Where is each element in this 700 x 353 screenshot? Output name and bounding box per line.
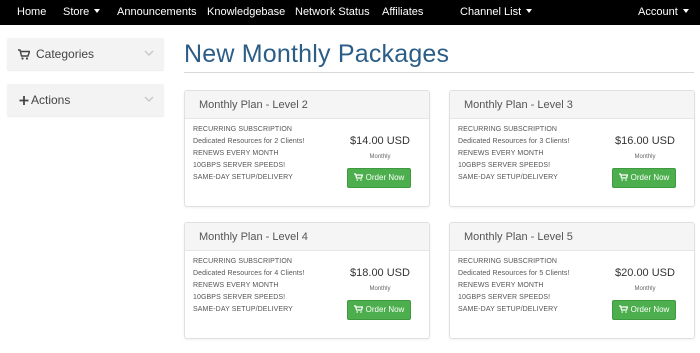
cart-icon (353, 173, 363, 181)
package-feature: RENEWS EVERY MONTH (193, 150, 279, 157)
cart-icon (353, 305, 363, 313)
sidebar-categories-panel[interactable]: Categories (7, 38, 164, 70)
nav-announcements[interactable]: Announcements (117, 0, 197, 25)
order-now-button[interactable]: Order Now (612, 168, 676, 188)
package-feature: RENEWS EVERY MONTH (458, 282, 544, 289)
package-card-header: Monthly Plan - Level 4 (185, 223, 429, 251)
sidebar-actions-panel[interactable]: Actions (7, 84, 164, 116)
package-card-header: Monthly Plan - Level 5 (450, 223, 694, 251)
package-feature: 10GBPS SERVER SPEEDS! (193, 162, 286, 169)
package-feature: RENEWS EVERY MONTH (458, 150, 544, 157)
package-feature: Dedicated Resources for 5 Clients! (458, 270, 570, 277)
package-price: $16.00 USD (615, 135, 675, 147)
order-now-button[interactable]: Order Now (347, 300, 411, 320)
nav-store[interactable]: Store (63, 0, 101, 25)
package-title: Monthly Plan - Level 2 (199, 99, 308, 111)
package-feature: SAME-DAY SETUP/DELIVERY (458, 306, 558, 313)
package-feature: RENEWS EVERY MONTH (193, 282, 279, 289)
caret-down-icon (94, 9, 101, 14)
package-feature: SAME-DAY SETUP/DELIVERY (458, 174, 558, 181)
package-billing-cycle: Monthly (369, 154, 391, 160)
package-feature: RECURRING SUBSCRIPTION (458, 258, 558, 265)
nav-channel-list-label: Channel List (460, 6, 522, 18)
package-feature: SAME-DAY SETUP/DELIVERY (193, 306, 293, 313)
package-card: Monthly Plan - Level 3 RECURRING SUBSCRI… (449, 90, 695, 207)
package-billing-cycle: Monthly (634, 286, 656, 292)
package-feature: RECURRING SUBSCRIPTION (193, 126, 293, 133)
nav-home[interactable]: Home (17, 0, 46, 25)
nav-account[interactable]: Account (638, 0, 689, 25)
chevron-down-icon (144, 50, 154, 56)
nav-affiliates[interactable]: Affiliates (382, 0, 423, 25)
package-billing-cycle: Monthly (369, 286, 391, 292)
package-feature: Dedicated Resources for 4 Clients! (193, 270, 305, 277)
title-divider (184, 72, 694, 73)
order-now-label: Order Now (630, 305, 670, 314)
sidebar-categories-label: Categories (36, 47, 95, 61)
package-billing-cycle: Monthly (634, 154, 656, 160)
cart-icon (618, 173, 628, 181)
package-title: Monthly Plan - Level 4 (199, 231, 308, 243)
package-feature: Dedicated Resources for 2 Clients! (193, 138, 305, 145)
package-card: Monthly Plan - Level 5 RECURRING SUBSCRI… (449, 222, 695, 339)
package-card: Monthly Plan - Level 2 RECURRING SUBSCRI… (184, 90, 430, 207)
package-card: Monthly Plan - Level 4 RECURRING SUBSCRI… (184, 222, 430, 339)
package-card-header: Monthly Plan - Level 3 (450, 91, 694, 119)
order-now-button[interactable]: Order Now (612, 300, 676, 320)
package-card-header: Monthly Plan - Level 2 (185, 91, 429, 119)
top-navbar: Home Store Announcements Knowledgebase N… (0, 0, 700, 25)
chevron-down-icon (144, 96, 154, 102)
package-feature: 10GBPS SERVER SPEEDS! (458, 294, 551, 301)
order-now-label: Order Now (365, 173, 405, 182)
caret-down-icon (682, 9, 689, 14)
sidebar-actions-label: Actions (31, 93, 71, 107)
package-title: Monthly Plan - Level 3 (464, 99, 573, 111)
package-price: $14.00 USD (350, 135, 410, 147)
package-price: $18.00 USD (350, 267, 410, 279)
nav-channel-list[interactable]: Channel List (460, 0, 533, 25)
package-price: $20.00 USD (615, 267, 675, 279)
page-title: New Monthly Packages (184, 40, 450, 68)
package-feature: SAME-DAY SETUP/DELIVERY (193, 174, 293, 181)
cart-icon (18, 49, 30, 60)
plus-icon (19, 96, 29, 105)
nav-knowledgebase[interactable]: Knowledgebase (207, 0, 285, 25)
order-now-label: Order Now (365, 305, 405, 314)
package-feature: RECURRING SUBSCRIPTION (458, 126, 558, 133)
order-now-label: Order Now (630, 173, 670, 182)
package-feature: Dedicated Resources for 3 Clients! (458, 138, 570, 145)
nav-account-label: Account (638, 6, 678, 18)
package-feature: 10GBPS SERVER SPEEDS! (458, 162, 551, 169)
caret-down-icon (526, 9, 533, 14)
package-title: Monthly Plan - Level 5 (464, 231, 573, 243)
package-feature: 10GBPS SERVER SPEEDS! (193, 294, 286, 301)
order-now-button[interactable]: Order Now (347, 168, 411, 188)
nav-store-label: Store (63, 6, 90, 18)
package-feature: RECURRING SUBSCRIPTION (193, 258, 293, 265)
nav-network-status[interactable]: Network Status (295, 0, 370, 25)
cart-icon (618, 305, 628, 313)
